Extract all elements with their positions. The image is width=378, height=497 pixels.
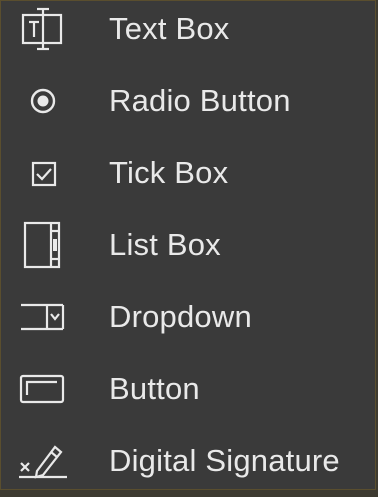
menu-item-label: Digital Signature xyxy=(109,443,340,478)
menu-item-radio-button[interactable]: Radio Button xyxy=(1,65,375,137)
menu-item-label: Dropdown xyxy=(109,299,252,334)
menu-item-dropdown[interactable]: Dropdown xyxy=(1,281,375,353)
tick-box-icon xyxy=(15,151,71,195)
text-box-icon xyxy=(15,7,71,51)
menu-item-digital-signature[interactable]: Digital Signature xyxy=(1,425,375,497)
menu-item-text-box[interactable]: Text Box xyxy=(1,0,375,65)
menu-item-list-box[interactable]: List Box xyxy=(1,209,375,281)
radio-button-icon xyxy=(15,79,71,123)
menu-item-label: Button xyxy=(109,371,200,406)
menu-item-label: List Box xyxy=(109,227,221,262)
menu-item-label: Tick Box xyxy=(109,155,229,190)
form-field-menu: Text Box Radio Button Tick Box List Box … xyxy=(0,0,376,490)
menu-item-label: Text Box xyxy=(109,11,230,46)
menu-item-tick-box[interactable]: Tick Box xyxy=(1,137,375,209)
dropdown-icon xyxy=(15,295,71,339)
digital-signature-icon xyxy=(15,439,71,483)
menu-item-button[interactable]: Button xyxy=(1,353,375,425)
button-icon xyxy=(15,367,71,411)
list-box-icon xyxy=(15,221,71,269)
menu-item-label: Radio Button xyxy=(109,83,291,118)
